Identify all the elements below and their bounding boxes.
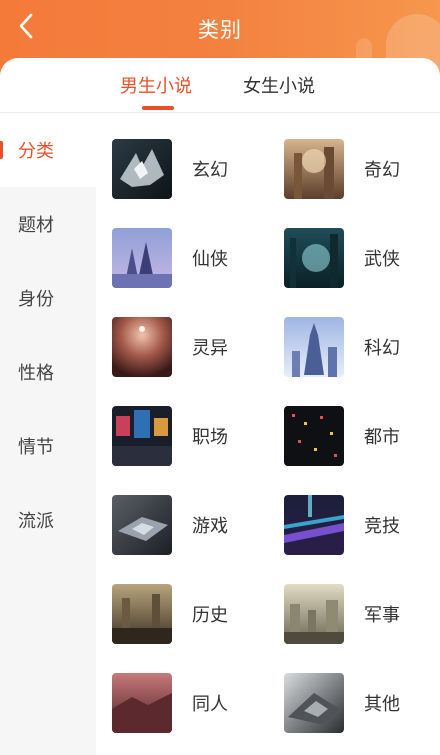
qihuan-cover bbox=[284, 139, 344, 199]
category-item-junshi[interactable]: 军事 bbox=[284, 584, 440, 646]
tongren-cover bbox=[112, 673, 172, 733]
sidebar-item-label: 题材 bbox=[18, 215, 54, 236]
category-label: 军事 bbox=[364, 605, 400, 626]
category-item-xianxia[interactable]: 仙侠 bbox=[112, 228, 272, 290]
category-item-dushi[interactable]: 都市 bbox=[284, 406, 440, 468]
category-item-tongren[interactable]: 同人 bbox=[112, 673, 272, 735]
category-item-youxi[interactable]: 游戏 bbox=[112, 495, 272, 557]
category-label: 都市 bbox=[364, 427, 400, 448]
category-label: 游戏 bbox=[192, 516, 228, 537]
category-item-qihuan[interactable]: 奇幻 bbox=[284, 139, 440, 201]
xuanhuan-cover bbox=[112, 139, 172, 199]
lishi-cover bbox=[112, 584, 172, 644]
sidebar-item-theme[interactable]: 题材 bbox=[0, 187, 96, 261]
category-label: 仙侠 bbox=[192, 249, 228, 270]
category-label: 其他 bbox=[364, 694, 400, 715]
youxi-cover bbox=[112, 495, 172, 555]
zhichang-cover bbox=[112, 406, 172, 466]
category-label: 玄幻 bbox=[192, 160, 228, 181]
jingji-cover bbox=[284, 495, 344, 555]
category-label: 武侠 bbox=[364, 249, 400, 270]
category-label: 历史 bbox=[192, 605, 228, 626]
lingyi-cover bbox=[112, 317, 172, 377]
gender-tabs: 男生小说 女生小说 bbox=[0, 58, 440, 113]
sidebar-item-label: 情节 bbox=[18, 437, 54, 458]
tab-female-novels[interactable]: 女生小说 bbox=[243, 72, 315, 98]
kehuan-cover bbox=[284, 317, 344, 377]
sidebar-item-plot[interactable]: 情节 bbox=[0, 409, 96, 483]
category-label: 同人 bbox=[192, 694, 228, 715]
sidebar-item-personality[interactable]: 性格 bbox=[0, 335, 96, 409]
category-item-kehuan[interactable]: 科幻 bbox=[284, 317, 440, 379]
category-label: 灵异 bbox=[192, 338, 228, 359]
dushi-cover bbox=[284, 406, 344, 466]
tab-male-novels[interactable]: 男生小说 bbox=[120, 72, 192, 98]
category-item-lingyi[interactable]: 灵异 bbox=[112, 317, 272, 379]
page-title: 类别 bbox=[198, 18, 242, 42]
category-label: 科幻 bbox=[364, 338, 400, 359]
category-item-zhichang[interactable]: 职场 bbox=[112, 406, 272, 468]
category-label: 职场 bbox=[192, 427, 228, 448]
category-grid: 玄幻 奇幻 仙侠 武侠 灵异 科幻 职场 都市 游戏 竞技 历史 军事 同人 其… bbox=[96, 113, 440, 755]
junshi-cover bbox=[284, 584, 344, 644]
category-label: 奇幻 bbox=[364, 160, 400, 181]
wuxia-cover bbox=[284, 228, 344, 288]
sidebar-item-genre[interactable]: 流派 bbox=[0, 483, 96, 557]
category-item-lishi[interactable]: 历史 bbox=[112, 584, 272, 646]
sidebar-item-label: 性格 bbox=[18, 363, 54, 384]
category-item-qita[interactable]: 其他 bbox=[284, 673, 440, 735]
category-item-wuxia[interactable]: 武侠 bbox=[284, 228, 440, 290]
content-sheet: 男生小说 女生小说 分类 题材 身份 性格 情节 流派 玄幻 奇幻 仙侠 武侠 … bbox=[0, 58, 440, 755]
sidebar: 分类 题材 身份 性格 情节 流派 bbox=[0, 113, 96, 755]
sidebar-item-label: 分类 bbox=[18, 141, 54, 162]
category-item-jingji[interactable]: 竞技 bbox=[284, 495, 440, 557]
active-tab-indicator bbox=[142, 106, 174, 110]
sidebar-item-category[interactable]: 分类 bbox=[0, 113, 96, 187]
active-indicator bbox=[0, 141, 3, 159]
sidebar-item-identity[interactable]: 身份 bbox=[0, 261, 96, 335]
qita-cover bbox=[284, 673, 344, 733]
sidebar-item-label: 身份 bbox=[18, 289, 54, 310]
xianxia-cover bbox=[112, 228, 172, 288]
category-label: 竞技 bbox=[364, 516, 400, 537]
category-item-xuanhuan[interactable]: 玄幻 bbox=[112, 139, 272, 201]
sidebar-item-label: 流派 bbox=[18, 511, 54, 532]
